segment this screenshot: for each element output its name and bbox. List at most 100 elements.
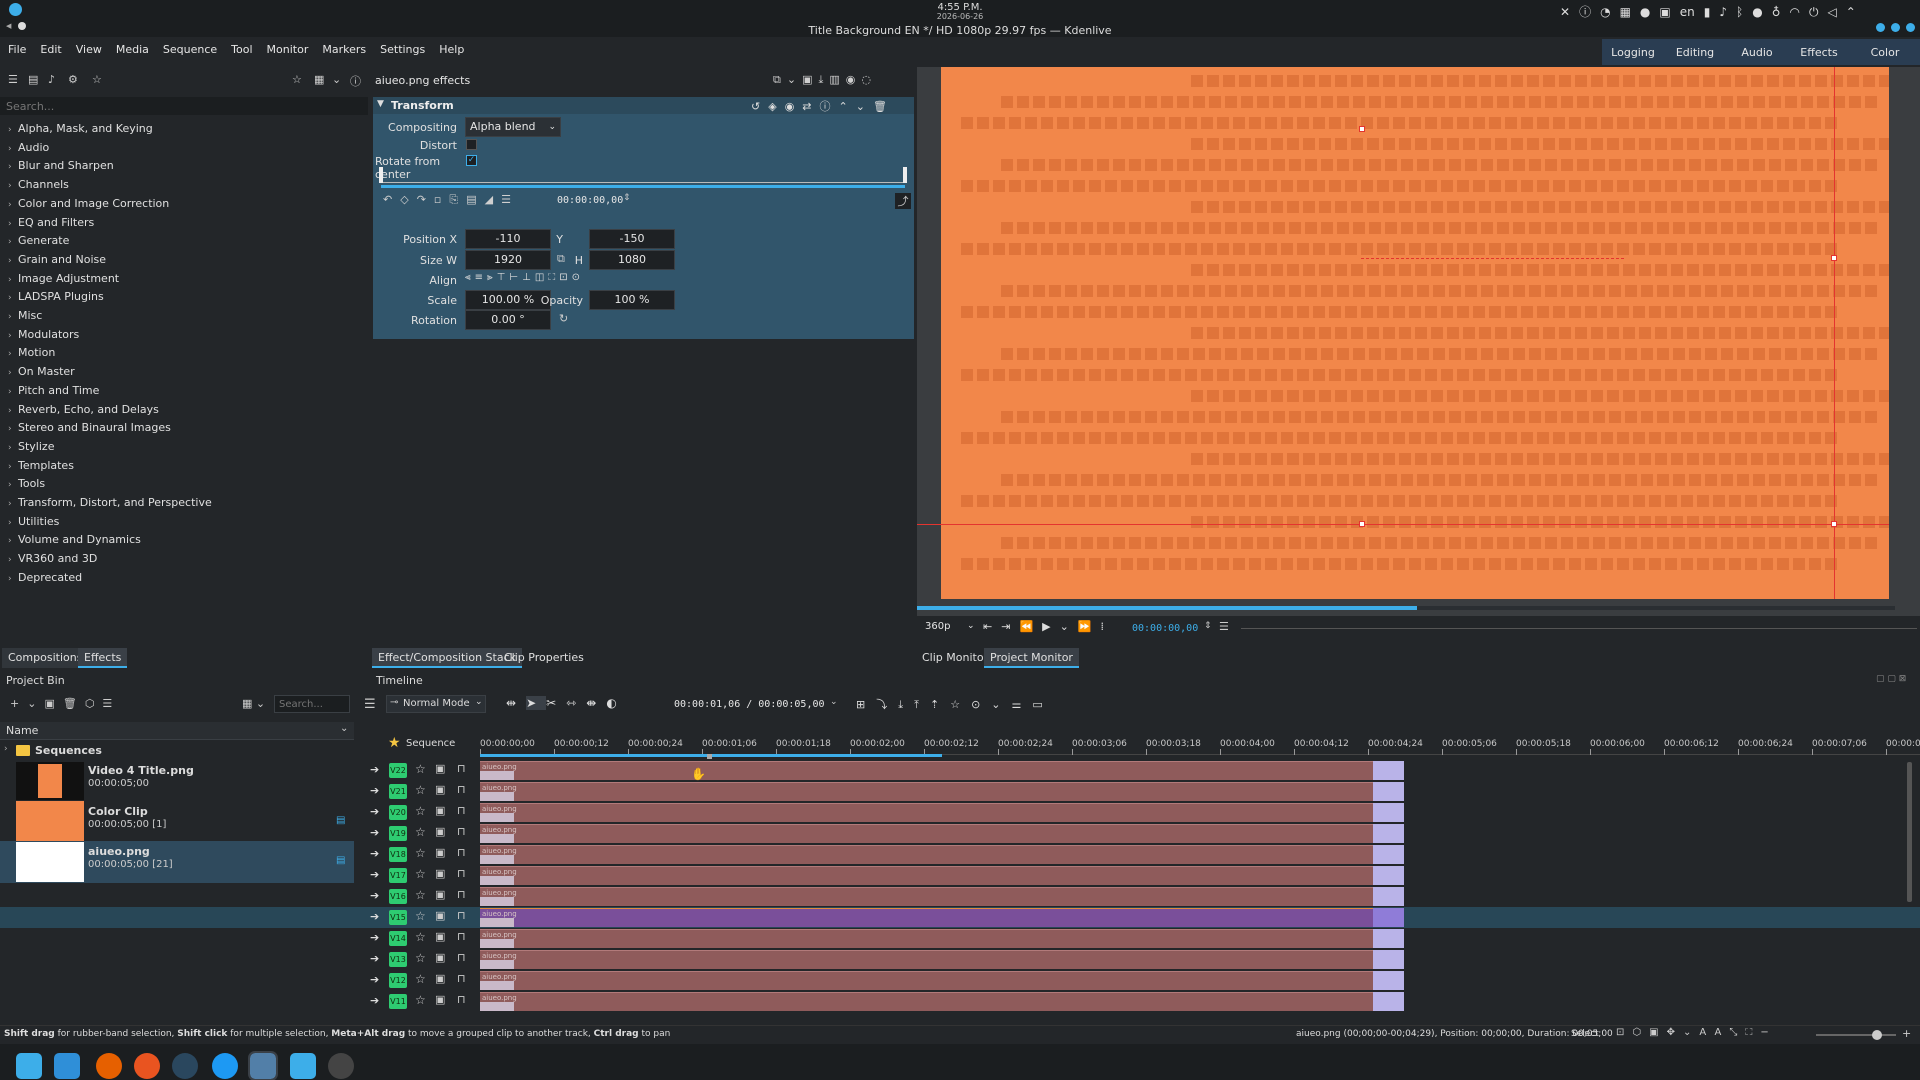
tag-icon[interactable]: ⬡ bbox=[1632, 1027, 1649, 1038]
effect-category[interactable]: › Deprecated bbox=[8, 569, 82, 587]
track-star-icon[interactable]: ☆ bbox=[415, 993, 426, 1007]
track-camera-icon[interactable]: ▣ bbox=[435, 762, 445, 775]
effect-category[interactable]: › Color and Image Correction bbox=[8, 195, 169, 213]
tray-volume-icon[interactable]: ♪ bbox=[1719, 5, 1736, 19]
eye-icon[interactable]: ◉ bbox=[846, 73, 862, 86]
track-camera-icon[interactable]: ▣ bbox=[435, 867, 445, 880]
effects-search-input[interactable] bbox=[0, 97, 368, 115]
track-target-icon[interactable]: ➔ bbox=[370, 784, 379, 797]
tray-tools-icon[interactable]: ✕ bbox=[1560, 5, 1579, 19]
align-bottom-icon[interactable]: ⊥ bbox=[522, 272, 535, 283]
track-target-icon[interactable]: ➔ bbox=[370, 889, 379, 902]
clip-transition[interactable] bbox=[1373, 887, 1404, 906]
set-out-icon[interactable]: ⇥ bbox=[1001, 620, 1019, 633]
play-icon[interactable]: ▶ bbox=[1042, 620, 1059, 633]
track-camera-icon[interactable]: ▣ bbox=[435, 825, 445, 838]
zoom-slider-handle[interactable] bbox=[1872, 1030, 1882, 1040]
timeline-clip[interactable]: aiueo.png bbox=[480, 950, 1373, 969]
menu-edit[interactable]: Edit bbox=[33, 37, 68, 63]
track-lock-icon[interactable]: ⊓ bbox=[457, 846, 466, 859]
bin-search-input[interactable] bbox=[274, 695, 350, 713]
snap-icon[interactable]: ⊡ bbox=[1616, 1027, 1632, 1038]
track-camera-icon[interactable]: ▣ bbox=[435, 888, 445, 901]
workspace-editing[interactable]: Editing bbox=[1664, 39, 1726, 67]
fullscreen-icon[interactable]: ⛶ bbox=[1745, 1027, 1760, 1038]
mixer-icon[interactable]: ⚌ bbox=[1012, 698, 1033, 711]
favorites-icon[interactable]: ☆ bbox=[92, 73, 102, 86]
track-target-icon[interactable]: ➔ bbox=[370, 910, 379, 923]
zoom-slider[interactable] bbox=[1816, 1034, 1896, 1036]
track-camera-icon[interactable]: ▣ bbox=[435, 783, 445, 796]
media-player-icon[interactable] bbox=[290, 1053, 316, 1079]
track-camera-icon[interactable]: ▣ bbox=[435, 909, 445, 922]
timeline-clip[interactable]: aiueo.png bbox=[480, 971, 1373, 990]
window-menu-icon[interactable]: ◀ bbox=[6, 22, 14, 30]
position-y-input[interactable]: -150 bbox=[589, 229, 675, 249]
align-center-icon[interactable]: ⊡ bbox=[559, 272, 571, 283]
add-clip-icon[interactable]: + bbox=[10, 697, 27, 710]
zone-handle[interactable] bbox=[707, 754, 712, 759]
size-w-input[interactable]: 1920 bbox=[465, 250, 551, 270]
track-camera-icon[interactable]: ▣ bbox=[435, 993, 445, 1006]
set-in-icon[interactable]: ⇤ bbox=[983, 620, 1001, 633]
tray-battery-icon[interactable]: ▮ bbox=[1704, 5, 1720, 19]
razor-tool-icon[interactable]: ✂ bbox=[546, 696, 566, 710]
tray-dot-icon[interactable]: ● bbox=[1752, 5, 1771, 19]
dropdown-icon[interactable]: ⌄ bbox=[787, 73, 802, 86]
info-icon[interactable]: ⓘ bbox=[350, 73, 361, 89]
effect-category[interactable]: › Pitch and Time bbox=[8, 382, 99, 400]
up-icon[interactable]: ⌃ bbox=[839, 100, 856, 113]
effect-category[interactable]: › Stereo and Binaural Images bbox=[8, 419, 171, 437]
delete-clip-icon[interactable]: 🗑 bbox=[63, 697, 85, 710]
timeline-clip[interactable]: aiueo.png bbox=[480, 887, 1373, 906]
workspace-logging[interactable]: Logging bbox=[1602, 39, 1664, 67]
effect-category[interactable]: › Motion bbox=[8, 344, 55, 362]
track-name[interactable]: V17 bbox=[389, 868, 407, 883]
menu-sequence[interactable]: Sequence bbox=[156, 37, 224, 63]
window-close-icon[interactable] bbox=[1906, 23, 1915, 32]
subtitle-icon[interactable]: ▭ bbox=[1032, 698, 1053, 711]
down-icon[interactable]: ⌄ bbox=[856, 100, 873, 113]
track-lock-icon[interactable]: ⊓ bbox=[457, 867, 466, 880]
kde-logo-icon[interactable] bbox=[9, 3, 22, 16]
ripple-tool-icon[interactable]: ⇼ bbox=[586, 696, 606, 710]
add-folder-icon[interactable]: ▣ bbox=[44, 697, 62, 710]
track-star-icon[interactable]: ☆ bbox=[415, 804, 426, 818]
tray-speaker-icon[interactable]: ◁ bbox=[1827, 5, 1845, 19]
effect-category[interactable]: › Stylize bbox=[8, 438, 54, 456]
zoom-in-icon[interactable]: + bbox=[1902, 1027, 1911, 1040]
track-camera-icon[interactable]: ▣ bbox=[435, 951, 445, 964]
timeline-position[interactable]: 00:00:01,06 / 00:00:05,00 bbox=[674, 699, 825, 710]
track-lock-icon[interactable]: ⊓ bbox=[457, 951, 466, 964]
workspace-audio[interactable]: Audio bbox=[1726, 39, 1788, 67]
zone-icon[interactable]: ⁞ bbox=[1101, 620, 1114, 633]
folder-sequences[interactable]: › Sequences bbox=[0, 742, 354, 760]
tray-power-icon[interactable]: ⏻ bbox=[1809, 5, 1828, 19]
effect-category[interactable]: › VR360 and 3D bbox=[8, 550, 97, 568]
menu-icon[interactable]: ☰ bbox=[102, 697, 120, 710]
rotate-checkbox[interactable]: ✓ bbox=[466, 155, 477, 166]
effect-category[interactable]: › LADSPA Plugins bbox=[8, 288, 104, 306]
effect-category[interactable]: › Volume and Dynamics bbox=[8, 531, 141, 549]
effect-category[interactable]: › Generate bbox=[8, 232, 69, 250]
play-dropdown-icon[interactable]: ⌄ bbox=[1060, 620, 1078, 633]
track-name[interactable]: V11 bbox=[389, 994, 407, 1009]
add-keyframe-icon[interactable]: ◇ bbox=[400, 193, 416, 206]
visible-icon[interactable]: ◉ bbox=[785, 100, 803, 113]
chevron-down-icon[interactable]: ⌄ bbox=[830, 697, 838, 707]
reset-rotation-icon[interactable]: ↻ bbox=[559, 312, 568, 325]
forward-icon[interactable]: ⏩ bbox=[1078, 620, 1101, 633]
timeline-clip[interactable]: aiueo.png bbox=[480, 824, 1373, 843]
audio-effects-icon[interactable]: ♪ bbox=[48, 73, 55, 86]
align-top-icon[interactable]: ⊤ bbox=[497, 272, 510, 283]
split-icon[interactable]: ▥ bbox=[829, 73, 845, 86]
tray-wifi-icon[interactable]: ◠ bbox=[1790, 5, 1809, 19]
track-target-icon[interactable]: ➔ bbox=[370, 847, 379, 860]
handle-bottom[interactable] bbox=[1359, 521, 1365, 527]
magnet-icon[interactable]: ⤡ bbox=[1729, 1027, 1745, 1038]
ubuntu-icon[interactable] bbox=[134, 1053, 160, 1079]
track-target-icon[interactable]: ➔ bbox=[370, 805, 379, 818]
time-spin-icon[interactable]: ⇕ bbox=[623, 193, 631, 203]
track-star-icon[interactable]: ☆ bbox=[415, 951, 426, 965]
clip-transition[interactable] bbox=[1373, 782, 1404, 801]
